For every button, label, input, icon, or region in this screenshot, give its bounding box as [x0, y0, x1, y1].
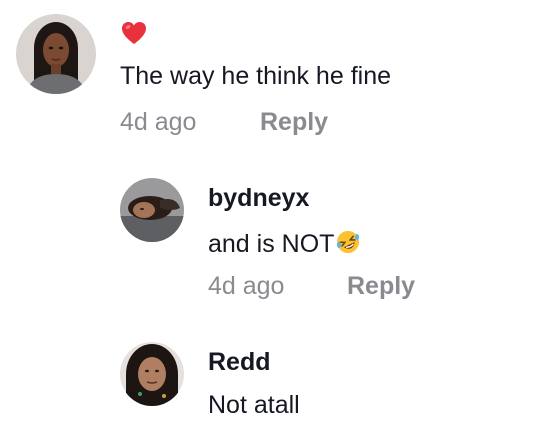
comment-timestamp: 4d ago	[120, 108, 197, 136]
reply-comment-item: Redd Not atall	[0, 340, 552, 430]
comment-timestamp: 4d ago	[208, 272, 285, 300]
comment-item: The way he think he fine 4d ago Reply	[0, 0, 552, 150]
reply-button[interactable]: Reply	[260, 110, 328, 135]
commenter-avatar[interactable]	[16, 14, 96, 94]
commenter-avatar[interactable]	[120, 178, 184, 242]
comment-text: and is NOT	[208, 230, 335, 258]
commenter-username[interactable]: Redd	[208, 348, 271, 377]
comment-text-row: and is NOT	[208, 229, 361, 260]
reply-comment-item: bydneyx and is NOT 4d ago Reply	[0, 170, 552, 320]
rofl-emoji-icon	[335, 229, 361, 260]
commenter-username[interactable]: bydneyx	[208, 184, 309, 213]
comment-text: Not atall	[208, 391, 300, 419]
heart-reaction-icon	[120, 20, 148, 46]
commenter-avatar[interactable]	[120, 342, 184, 406]
comment-text: The way he think he fine	[120, 62, 391, 90]
reply-button[interactable]: Reply	[347, 274, 415, 299]
